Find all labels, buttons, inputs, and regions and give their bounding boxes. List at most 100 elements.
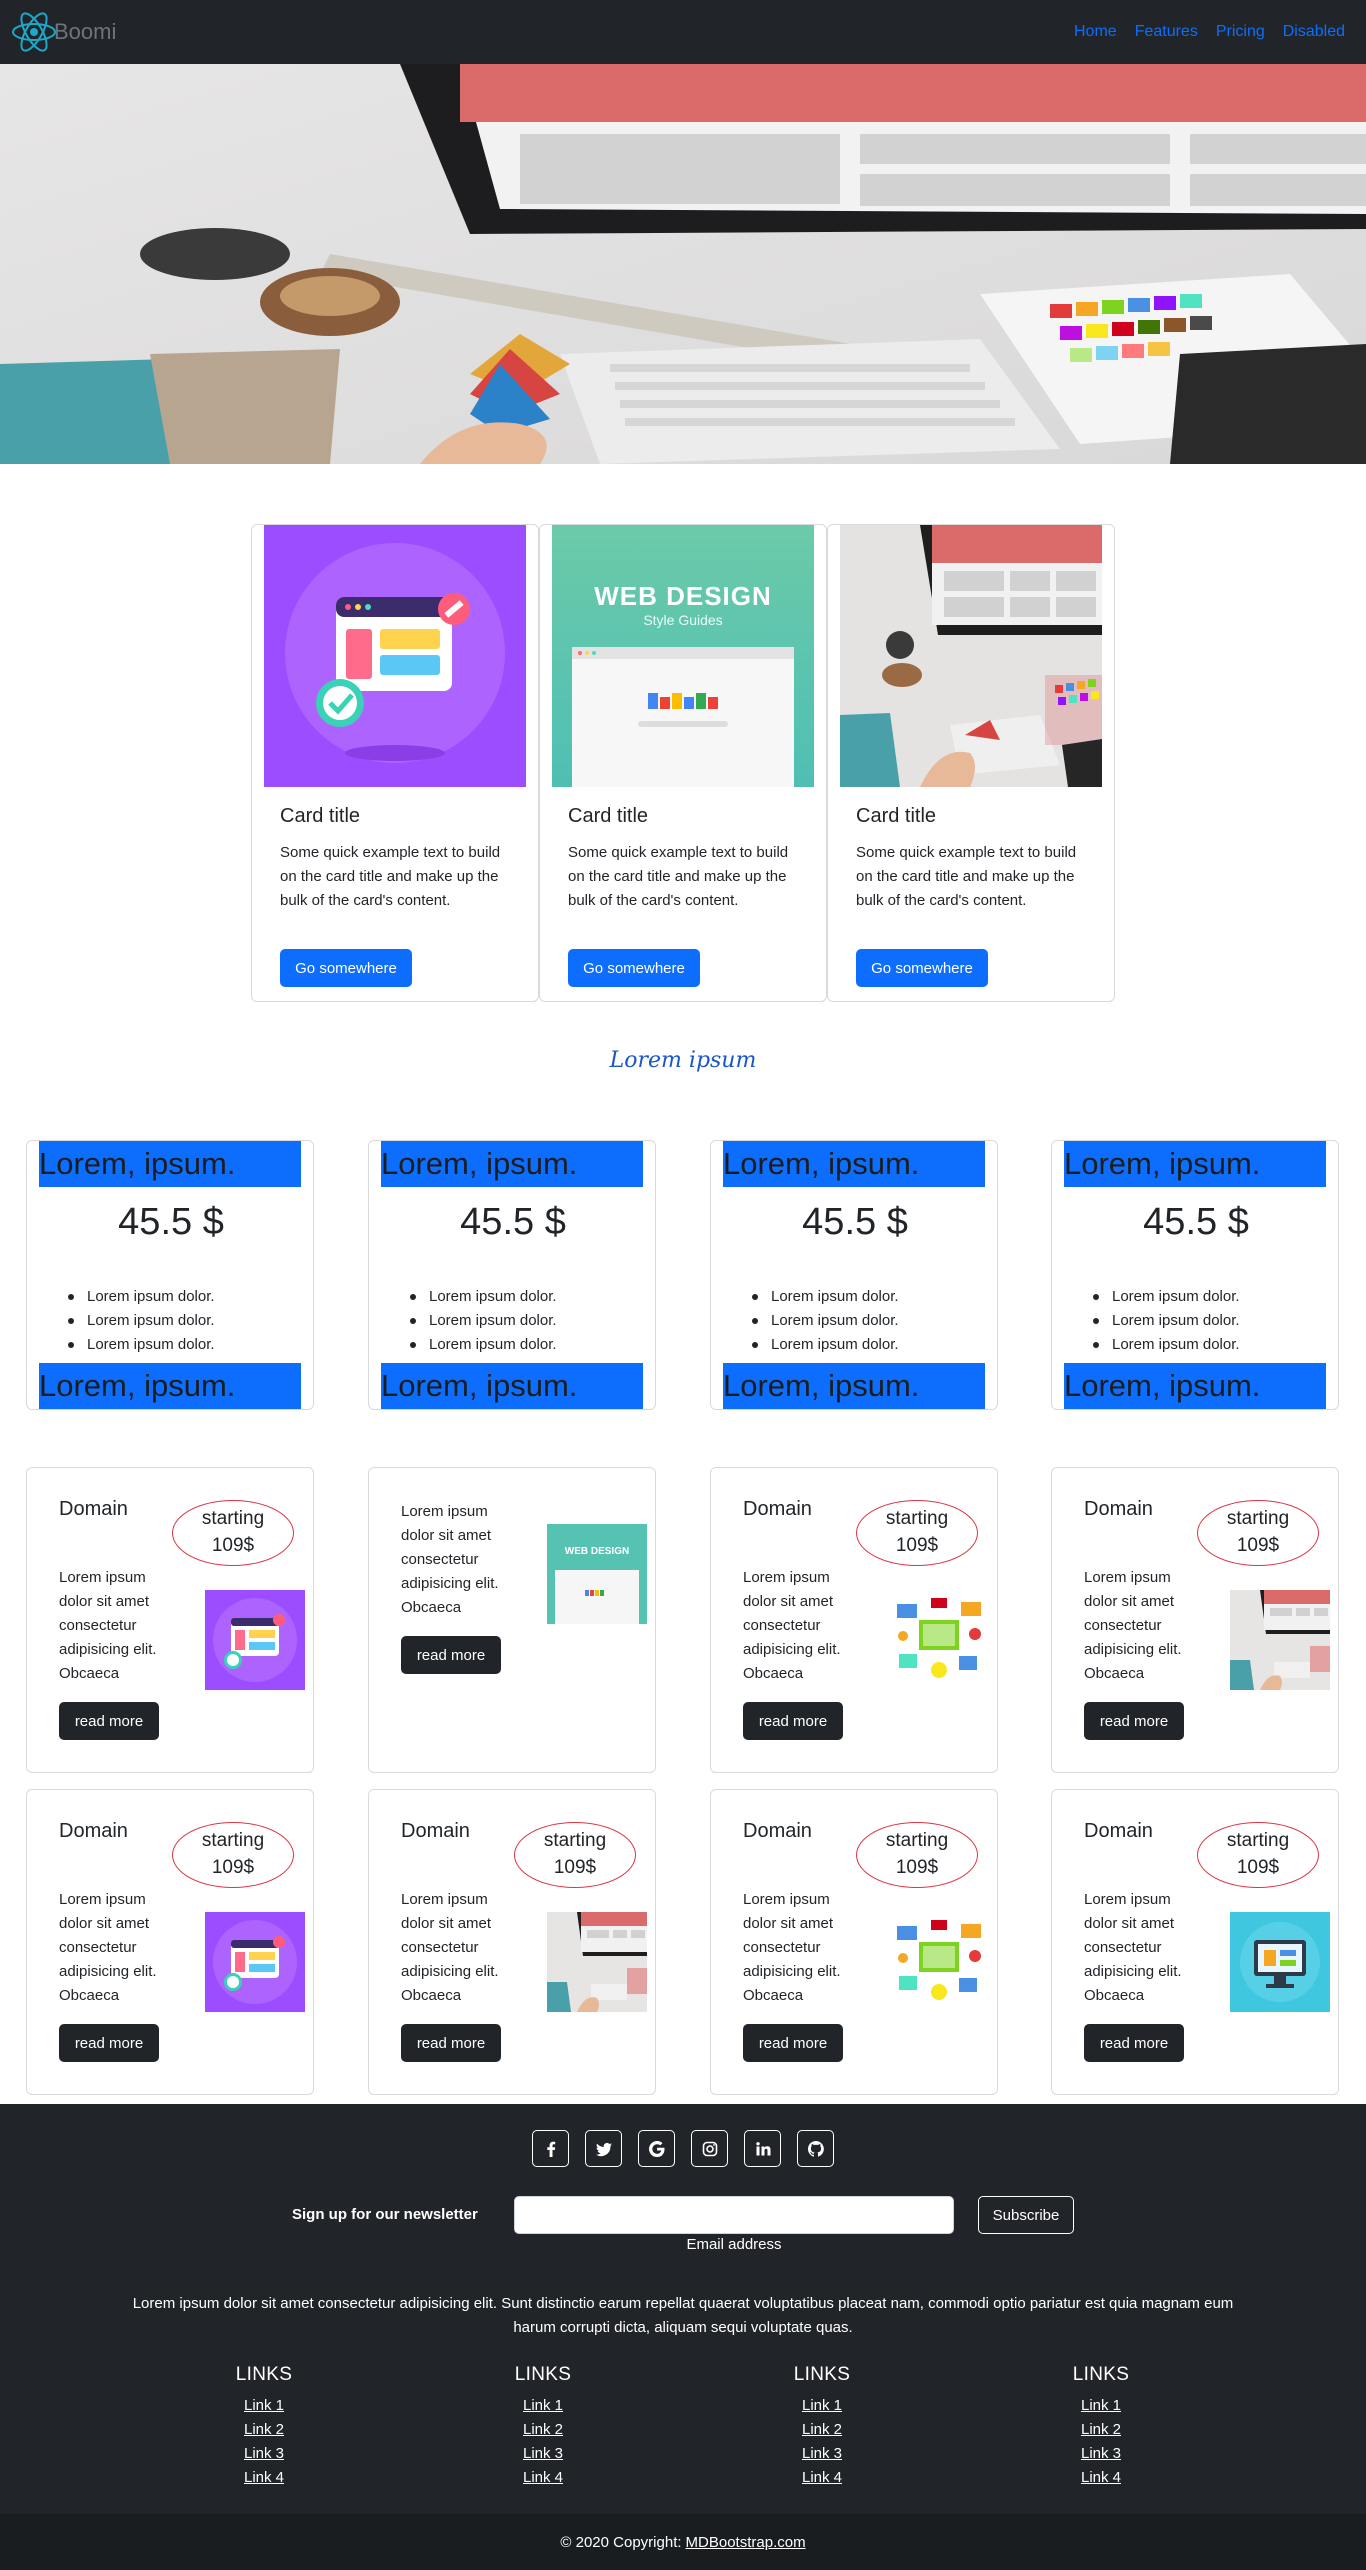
- twitter-icon[interactable]: [585, 2130, 622, 2167]
- footer-link[interactable]: Link 4: [762, 2466, 882, 2490]
- price-badge: starting 109$: [514, 1822, 636, 1888]
- pricing-features: Lorem ipsum dolor. Lorem ipsum dolor. Lo…: [68, 1285, 215, 1357]
- domain-text: Lorem ipsum dolor sit amet consectetur a…: [59, 1569, 157, 1682]
- domain-text: Lorem ipsum dolor sit amet consectetur a…: [401, 1503, 499, 1616]
- pricing-feature: Lorem ipsum dolor.: [1093, 1309, 1240, 1333]
- links-heading: LINKS: [793, 2364, 851, 2385]
- pricing-card: Lorem, ipsum. 45.5 $ Lorem ipsum dolor. …: [26, 1140, 314, 1410]
- subscribe-button[interactable]: Subscribe: [978, 2196, 1074, 2234]
- footer-link[interactable]: Link 2: [1041, 2418, 1161, 2442]
- pricing-card: Lorem, ipsum. 45.5 $ Lorem ipsum dolor. …: [1051, 1140, 1339, 1410]
- newsletter-label: Sign up for our newsletter: [292, 2206, 478, 2223]
- domain-image: [1230, 1912, 1330, 2012]
- domain-text: Lorem ipsum dolor sit amet consectetur a…: [59, 1891, 157, 2004]
- read-more-button[interactable]: read more: [401, 1636, 501, 1674]
- domain-card: Domain starting 109$ Lorem ipsum dolor si…: [1051, 1789, 1339, 2095]
- navbar: Boomi Home Features Pricing Disabled: [0, 0, 1366, 64]
- domain-card: Domain starting 109$ Lorem ipsum dolor si…: [710, 1467, 998, 1773]
- web-design-text: WEB DESIGN: [594, 581, 772, 611]
- price-badge: starting 109$: [172, 1500, 294, 1566]
- pricing-features: Lorem ipsum dolor. Lorem ipsum dolor. Lo…: [410, 1285, 557, 1357]
- footer-link[interactable]: Link 1: [483, 2394, 603, 2418]
- nav-link-disabled[interactable]: Disabled: [1274, 23, 1354, 41]
- pricing-feature: Lorem ipsum dolor.: [1093, 1285, 1240, 1309]
- brand[interactable]: Boomi: [10, 8, 116, 56]
- pricing-amount: 45.5 $: [802, 1201, 908, 1243]
- go-somewhere-button[interactable]: Go somewhere: [280, 949, 412, 987]
- domain-image: [547, 1524, 647, 1624]
- hero-image: [0, 64, 1366, 464]
- footer-link[interactable]: Link 3: [1041, 2442, 1161, 2466]
- domain-image: [205, 1590, 305, 1690]
- pricing-header: Lorem, ipsum.: [381, 1141, 643, 1187]
- email-label: Email address: [686, 2236, 782, 2253]
- pricing-feature: Lorem ipsum dolor.: [68, 1333, 215, 1357]
- pricing-header: Lorem, ipsum.: [1064, 1141, 1326, 1187]
- copyright-text: © 2020 Copyright:: [560, 2533, 682, 2551]
- footer-link[interactable]: Link 4: [204, 2466, 324, 2490]
- go-somewhere-button[interactable]: Go somewhere: [856, 949, 988, 987]
- price-badge: starting 109$: [856, 1500, 978, 1566]
- footer-link[interactable]: Link 4: [483, 2466, 603, 2490]
- github-icon[interactable]: [797, 2130, 834, 2167]
- footer-link[interactable]: Link 2: [204, 2418, 324, 2442]
- domain-image: [547, 1912, 647, 2012]
- linkedin-icon[interactable]: [744, 2130, 781, 2167]
- links-column: LINKS Link 1 Link 2 Link 3 Link 4: [204, 2364, 324, 2490]
- domain-title: Domain: [743, 1820, 812, 1842]
- domain-title: Domain: [743, 1498, 812, 1520]
- pricing-feature: Lorem ipsum dolor.: [410, 1285, 557, 1309]
- domain-image: [889, 1912, 989, 2012]
- pricing-features: Lorem ipsum dolor. Lorem ipsum dolor. Lo…: [752, 1285, 899, 1357]
- links-heading: LINKS: [1072, 2364, 1130, 2385]
- footer-link[interactable]: Link 2: [483, 2418, 603, 2442]
- links-heading: LINKS: [514, 2364, 572, 2385]
- domain-image: [889, 1590, 989, 1690]
- domain-title: Domain: [59, 1820, 128, 1842]
- card-image-illustration: [264, 525, 526, 787]
- pricing-footer: Lorem, ipsum.: [39, 1363, 301, 1409]
- copyright-link[interactable]: MDBootstrap.com: [686, 2534, 806, 2551]
- google-icon[interactable]: [638, 2130, 675, 2167]
- pricing-feature: Lorem ipsum dolor.: [410, 1333, 557, 1357]
- price-badge: starting 109$: [1197, 1500, 1319, 1566]
- email-input[interactable]: [514, 2196, 954, 2234]
- pricing-footer: Lorem, ipsum.: [381, 1363, 643, 1409]
- card-title: Card title: [568, 805, 649, 827]
- price-badge: starting 109$: [1197, 1822, 1319, 1888]
- read-more-button[interactable]: read more: [743, 2024, 843, 2062]
- read-more-button[interactable]: read more: [59, 1702, 159, 1740]
- domain-text: Lorem ipsum dolor sit amet consectetur a…: [743, 1569, 841, 1682]
- footer-link[interactable]: Link 1: [204, 2394, 324, 2418]
- card-image-desk-photo: [840, 525, 1102, 787]
- price-badge: starting 109$: [856, 1822, 978, 1888]
- facebook-icon[interactable]: [532, 2130, 569, 2167]
- domain-title: Domain: [1084, 1498, 1153, 1520]
- nav-link-pricing[interactable]: Pricing: [1207, 23, 1274, 41]
- footer-link[interactable]: Link 3: [483, 2442, 603, 2466]
- read-more-button[interactable]: read more: [1084, 1702, 1184, 1740]
- social-buttons: [532, 2130, 834, 2167]
- pricing-header: Lorem, ipsum.: [39, 1141, 301, 1187]
- links-column: LINKS Link 1 Link 2 Link 3 Link 4: [1041, 2364, 1161, 2490]
- footer-link[interactable]: Link 2: [762, 2418, 882, 2442]
- read-more-button[interactable]: read more: [59, 2024, 159, 2062]
- go-somewhere-button[interactable]: Go somewhere: [568, 949, 700, 987]
- read-more-button[interactable]: read more: [401, 2024, 501, 2062]
- pricing-feature: Lorem ipsum dolor.: [752, 1285, 899, 1309]
- domain-text: Lorem ipsum dolor sit amet consectetur a…: [1084, 1891, 1182, 2004]
- nav-link-home[interactable]: Home: [1065, 23, 1126, 41]
- nav-link-features[interactable]: Features: [1126, 23, 1207, 41]
- footer-link[interactable]: Link 3: [204, 2442, 324, 2466]
- domain-title: Domain: [1084, 1820, 1153, 1842]
- footer-link[interactable]: Link 3: [762, 2442, 882, 2466]
- read-more-button[interactable]: read more: [743, 1702, 843, 1740]
- read-more-button[interactable]: read more: [1084, 2024, 1184, 2062]
- pricing-feature: Lorem ipsum dolor.: [68, 1309, 215, 1333]
- footer-link[interactable]: Link 4: [1041, 2466, 1161, 2490]
- pricing-feature: Lorem ipsum dolor.: [752, 1309, 899, 1333]
- footer-link[interactable]: Link 1: [1041, 2394, 1161, 2418]
- pricing-header: Lorem, ipsum.: [723, 1141, 985, 1187]
- instagram-icon[interactable]: [691, 2130, 728, 2167]
- footer-link[interactable]: Link 1: [762, 2394, 882, 2418]
